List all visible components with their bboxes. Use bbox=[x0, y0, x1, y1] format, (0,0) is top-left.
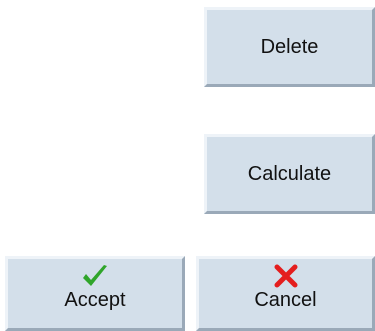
accept-button[interactable]: Accept bbox=[5, 256, 185, 331]
calculate-button-label: Calculate bbox=[247, 162, 332, 185]
delete-button[interactable]: Delete bbox=[204, 7, 375, 87]
cancel-button[interactable]: Cancel bbox=[196, 256, 375, 331]
accept-button-label: Accept bbox=[64, 289, 126, 311]
cancel-button-label: Cancel bbox=[254, 289, 317, 311]
cross-icon bbox=[274, 264, 297, 288]
calculate-button[interactable]: Calculate bbox=[204, 134, 375, 214]
delete-button-label: Delete bbox=[260, 35, 319, 58]
checkmark-icon bbox=[83, 265, 107, 286]
